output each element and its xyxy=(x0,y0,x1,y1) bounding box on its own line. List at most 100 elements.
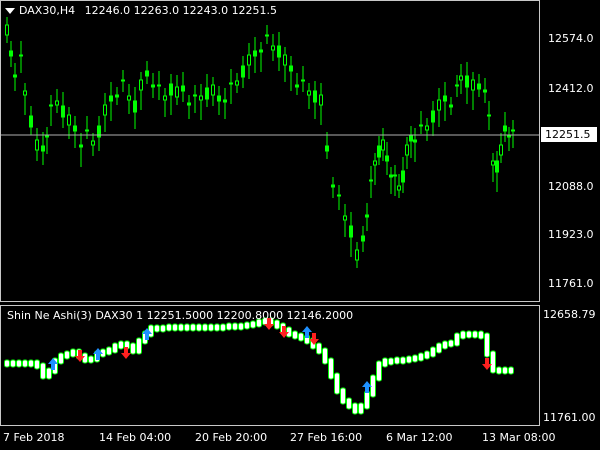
candle xyxy=(271,34,275,61)
time-label: 6 Mar 12:00 xyxy=(386,431,453,444)
candle xyxy=(355,242,359,268)
candle xyxy=(19,41,23,73)
time-label: 13 Mar 08:00 xyxy=(482,431,556,444)
candle xyxy=(199,84,203,120)
candle xyxy=(23,83,27,115)
ne-ashi-block xyxy=(418,352,424,362)
time-label: 7 Feb 2018 xyxy=(3,431,65,444)
candle xyxy=(45,127,49,154)
ne-ashi-block xyxy=(382,357,388,368)
candle xyxy=(503,112,507,142)
candle xyxy=(477,74,481,97)
time-label: 20 Feb 20:00 xyxy=(195,431,268,444)
ne-ashi-block xyxy=(58,352,64,365)
indicator-title: Shin Ne Ashi(3) DAX30 1 12251.5000 12200… xyxy=(7,309,354,322)
ne-ashi-block xyxy=(478,330,484,340)
ne-ashi-block xyxy=(178,323,184,332)
ne-ashi-block xyxy=(196,323,202,332)
ne-ashi-block xyxy=(376,360,382,382)
candle xyxy=(393,165,397,196)
ne-ashi-block xyxy=(328,357,334,380)
candle xyxy=(313,81,317,119)
ne-ashi-block xyxy=(88,355,94,364)
candle xyxy=(405,137,409,169)
candle xyxy=(49,95,53,126)
ne-ashi-block xyxy=(388,357,394,366)
candle xyxy=(401,157,405,193)
ne-ashi-block xyxy=(4,359,10,368)
candle xyxy=(483,78,487,103)
candle xyxy=(465,62,469,104)
candle xyxy=(35,128,39,161)
candle xyxy=(343,204,347,237)
ne-ashi-block xyxy=(502,366,508,375)
candle xyxy=(241,56,245,88)
ne-ashi-block xyxy=(70,348,76,358)
candle xyxy=(41,132,45,165)
candle xyxy=(369,166,373,198)
candle xyxy=(389,167,393,194)
candle xyxy=(381,128,385,161)
price-label: 11761.0 xyxy=(548,277,594,290)
candle xyxy=(247,43,251,79)
ne-ashi-block xyxy=(214,323,220,332)
candle xyxy=(419,111,423,134)
ne-ashi-block xyxy=(364,390,370,410)
chart-symbol: DAX30,H4 xyxy=(19,4,76,17)
indicator-canvas[interactable] xyxy=(1,306,539,425)
ne-ashi-block xyxy=(232,322,238,331)
chart-header: DAX30,H4 12246.0 12263.0 12243.0 12251.5 xyxy=(5,4,277,17)
ne-ashi-block xyxy=(424,350,430,360)
ne-ashi-block xyxy=(202,323,208,332)
candle xyxy=(205,74,209,107)
candle xyxy=(295,73,299,95)
ne-ashi-block xyxy=(34,359,40,370)
candle xyxy=(187,95,191,119)
ne-ashi-block xyxy=(40,362,46,380)
candle xyxy=(97,116,101,151)
ne-ashi-block xyxy=(118,340,124,350)
candle xyxy=(79,133,83,167)
candle xyxy=(115,87,119,105)
ne-ashi-block xyxy=(166,323,172,332)
candle xyxy=(331,177,335,198)
ne-ashi-block xyxy=(292,330,298,340)
candle xyxy=(499,133,503,163)
candle xyxy=(127,84,131,114)
candle xyxy=(163,88,167,117)
ne-ashi-block xyxy=(184,323,190,332)
indicator-pane[interactable] xyxy=(0,305,540,426)
candle xyxy=(373,153,377,185)
ne-ashi-block xyxy=(406,355,412,364)
ne-ashi-block xyxy=(28,359,34,368)
candle xyxy=(5,17,9,43)
main-chart-pane[interactable] xyxy=(0,0,540,302)
price-chart-canvas[interactable] xyxy=(1,1,539,301)
candle xyxy=(253,37,257,73)
ne-ashi-block xyxy=(448,339,454,348)
ne-ashi-block xyxy=(130,342,136,355)
candle xyxy=(349,212,353,257)
candle xyxy=(459,64,463,94)
candle xyxy=(217,86,221,115)
candle xyxy=(181,72,185,102)
price-label: 11923.0 xyxy=(548,228,594,241)
ne-ashi-block xyxy=(466,330,472,339)
candle xyxy=(365,203,369,231)
candle xyxy=(289,56,293,91)
candle xyxy=(73,116,77,148)
ne-ashi-block xyxy=(472,330,478,339)
candle xyxy=(471,72,475,110)
candle xyxy=(157,71,161,100)
candle xyxy=(511,120,515,148)
candle xyxy=(133,87,137,129)
candle xyxy=(223,88,227,119)
ne-ashi-block xyxy=(64,350,70,360)
candle xyxy=(495,151,499,192)
ne-ashi-block xyxy=(430,346,436,358)
candle xyxy=(211,77,215,106)
ne-ashi-block xyxy=(340,387,346,405)
ne-ashi-block xyxy=(400,356,406,365)
ne-ashi-block xyxy=(106,346,112,356)
ne-ashi-block xyxy=(394,356,400,365)
